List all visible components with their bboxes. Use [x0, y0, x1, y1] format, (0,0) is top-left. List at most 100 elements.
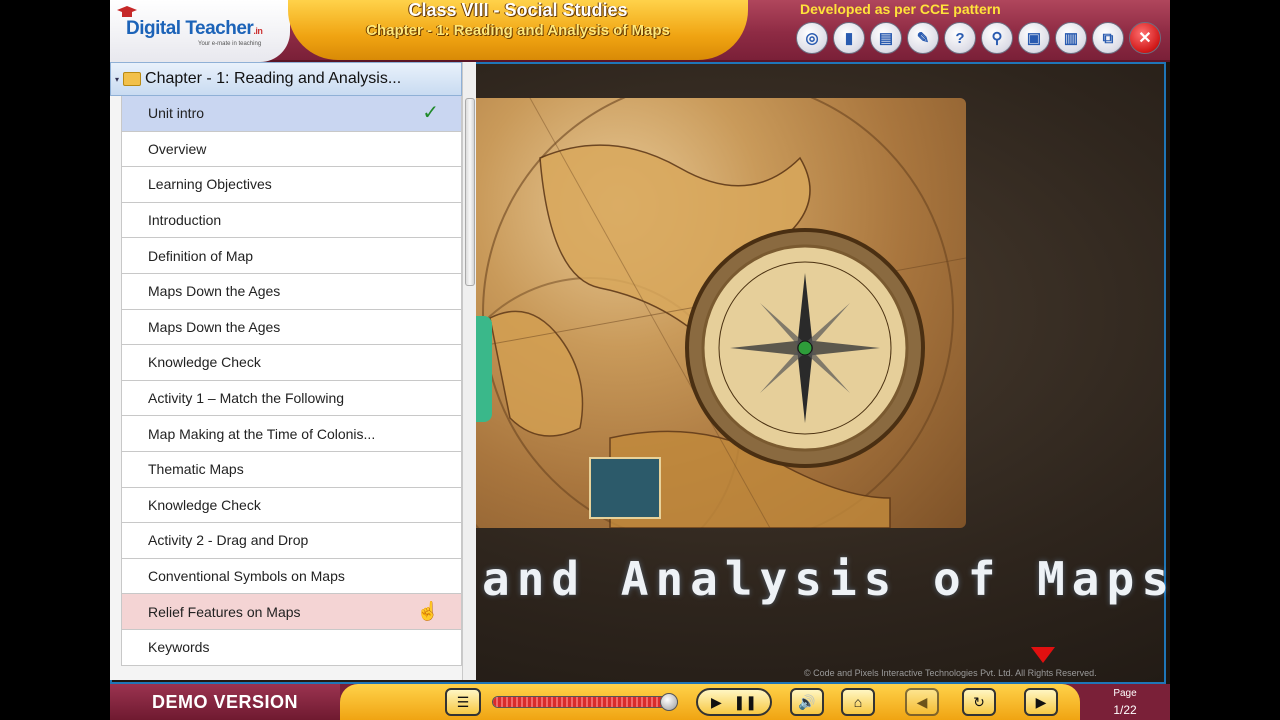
notebook-tool-button[interactable]: ▥	[1055, 22, 1087, 54]
chapter-sidebar: ▾ Chapter - 1: Reading and Analysis... U…	[110, 62, 476, 680]
pause-icon: ❚❚	[733, 693, 757, 710]
page-label: Page	[1113, 688, 1137, 699]
topic-label: Definition of Map	[148, 247, 254, 264]
topic-label: Knowledge Check	[148, 354, 261, 371]
page-number: 1/22	[1113, 703, 1137, 717]
topic-item-knowledge-check-1[interactable]: Knowledge Check	[121, 345, 462, 381]
topic-item-conventional-symbols[interactable]: Conventional Symbols on Maps	[121, 558, 462, 595]
demo-version-label: DEMO VERSION	[110, 684, 340, 720]
sidebar-scrollbar[interactable]	[462, 62, 476, 680]
topic-label: Unit intro	[148, 105, 205, 122]
cce-label: Developed as per CCE pattern	[800, 1, 1001, 17]
globe-tool-button[interactable]: ◎	[796, 22, 828, 54]
previous-icon: ◀	[916, 693, 928, 710]
next-icon: ▶	[1035, 693, 1047, 710]
topic-item-introduction[interactable]: Introduction	[121, 202, 462, 239]
home-icon: ⌂	[853, 694, 863, 710]
menu-icon: ☰	[456, 693, 470, 710]
topic-label: Map Making at the Time of Colonis...	[148, 425, 376, 442]
topic-label: Thematic Maps	[148, 461, 244, 478]
globe-icon: ◎	[805, 30, 819, 47]
footer-bar: DEMO VERSION ☰ ▶ ❚❚ 🔊 ⌂ ◀ ↻ ▶ Page 1/22	[110, 684, 1170, 720]
page-indicator: Page 1/22	[1100, 686, 1150, 718]
pencil-icon: ✎	[916, 30, 930, 47]
audio-button[interactable]: 🔊	[790, 688, 824, 716]
topic-item-map-making[interactable]: Map Making at the Time of Colonis...	[121, 416, 462, 452]
folder-icon	[123, 72, 142, 86]
toolbar: ◎ ▮ ▤ ✎ ? ⚲ ▣ ▥ ⧉ ✕	[796, 22, 1161, 54]
logo-text: Digital Teacher.in	[126, 18, 263, 39]
logo-tagline: Your e-mate in teaching	[198, 41, 262, 47]
replay-icon: ↻	[973, 693, 985, 710]
magnifier-icon: ⚲	[991, 30, 1003, 47]
topic-item-activity-2[interactable]: Activity 2 - Drag and Drop	[121, 523, 462, 559]
hand-cursor-icon: ☝	[416, 601, 439, 622]
search-tool-button[interactable]: ⚲	[981, 22, 1013, 54]
window-icon: ⧉	[1102, 29, 1114, 47]
question-icon: ?	[955, 29, 965, 47]
home-button[interactable]: ⌂	[841, 688, 875, 716]
book-tool-button[interactable]: ▮	[833, 22, 865, 54]
topic-item-keywords[interactable]: Keywords	[121, 629, 462, 666]
dictionary-icon: ▣	[1026, 30, 1042, 47]
topic-item-unit-intro[interactable]: Unit intro ✓	[121, 96, 462, 132]
topic-item-activity-1[interactable]: Activity 1 – Match the Following	[121, 380, 462, 417]
topic-item-thematic-maps[interactable]: Thematic Maps	[121, 451, 462, 488]
graduation-cap-icon	[117, 6, 137, 17]
map-illustration	[470, 98, 966, 528]
topic-label: Learning Objectives	[148, 176, 272, 193]
page-marker-icon	[1031, 647, 1055, 663]
header-bar: Digital Teacher.in Your e-mate in teachi…	[110, 0, 1170, 62]
progress-knob[interactable]	[660, 693, 678, 711]
chapter-tree-header[interactable]: ▾ Chapter - 1: Reading and Analysis...	[110, 62, 462, 96]
expand-triangle-icon: ▾	[115, 74, 120, 84]
checkmark-icon: ✓	[422, 102, 439, 124]
class-title: Class VIII - Social Studies	[408, 0, 628, 20]
logo: Digital Teacher.in Your e-mate in teachi…	[110, 0, 290, 62]
next-button[interactable]: ▶	[1024, 688, 1058, 716]
map-compass-image	[470, 98, 966, 528]
notes-tool-button[interactable]: ✎	[907, 22, 939, 54]
topic-label: Maps Down the Ages	[148, 318, 281, 335]
scrollbar-thumb[interactable]	[465, 98, 475, 286]
topic-item-definition-of-map[interactable]: Definition of Map	[121, 238, 462, 274]
menu-button[interactable]: ☰	[445, 688, 481, 716]
topic-list: Unit intro ✓ Overview Learning Objective…	[121, 96, 462, 666]
topic-label: Keywords	[148, 639, 210, 656]
topic-label: Activity 1 – Match the Following	[148, 390, 345, 407]
topic-item-maps-down-the-ages-2[interactable]: Maps Down the Ages	[121, 309, 462, 346]
topic-label: Overview	[148, 140, 207, 157]
speaker-icon: 🔊	[798, 693, 816, 710]
play-icon: ▶	[711, 693, 722, 710]
topic-label: Conventional Symbols on Maps	[148, 568, 345, 585]
topic-label: Activity 2 - Drag and Drop	[148, 532, 309, 549]
book-icon: ▮	[844, 30, 854, 47]
copyright-text: © Code and Pixels Interactive Technologi…	[804, 668, 1097, 678]
previous-button[interactable]: ◀	[905, 688, 939, 716]
replay-button[interactable]: ↻	[962, 688, 996, 716]
close-button[interactable]: ✕	[1129, 22, 1161, 54]
slide-heading: and Analysis of Maps	[482, 552, 1170, 606]
sidebar-collapse-handle[interactable]	[476, 316, 492, 422]
notebook-icon: ▥	[1063, 30, 1079, 47]
dictionary-tool-button[interactable]: ▣	[1018, 22, 1050, 54]
progress-bar[interactable]	[492, 696, 678, 708]
topic-item-learning-objectives[interactable]: Learning Objectives	[121, 167, 462, 203]
topic-label: Knowledge Check	[148, 496, 261, 513]
topic-item-overview[interactable]: Overview	[121, 131, 462, 168]
topic-item-relief-features[interactable]: Relief Features on Maps ☝	[121, 594, 462, 630]
library-icon: ▤	[878, 30, 894, 47]
progress-fill	[493, 697, 663, 707]
window-tool-button[interactable]: ⧉	[1092, 22, 1124, 54]
topic-label: Introduction	[148, 212, 222, 229]
app-window: Digital Teacher.in Your e-mate in teachi…	[110, 0, 1170, 720]
library-tool-button[interactable]: ▤	[870, 22, 902, 54]
play-pause-button[interactable]: ▶ ❚❚	[696, 688, 772, 716]
help-tool-button[interactable]: ?	[944, 22, 976, 54]
topic-item-maps-down-the-ages-1[interactable]: Maps Down the Ages	[121, 273, 462, 310]
title-band: Class VIII - Social Studies Chapter - 1:…	[288, 0, 748, 60]
topic-label: Maps Down the Ages	[148, 283, 281, 300]
chapter-tree-title: Chapter - 1: Reading and Analysis...	[145, 70, 402, 87]
close-icon: ✕	[1138, 30, 1152, 47]
topic-item-knowledge-check-2[interactable]: Knowledge Check	[121, 487, 462, 524]
